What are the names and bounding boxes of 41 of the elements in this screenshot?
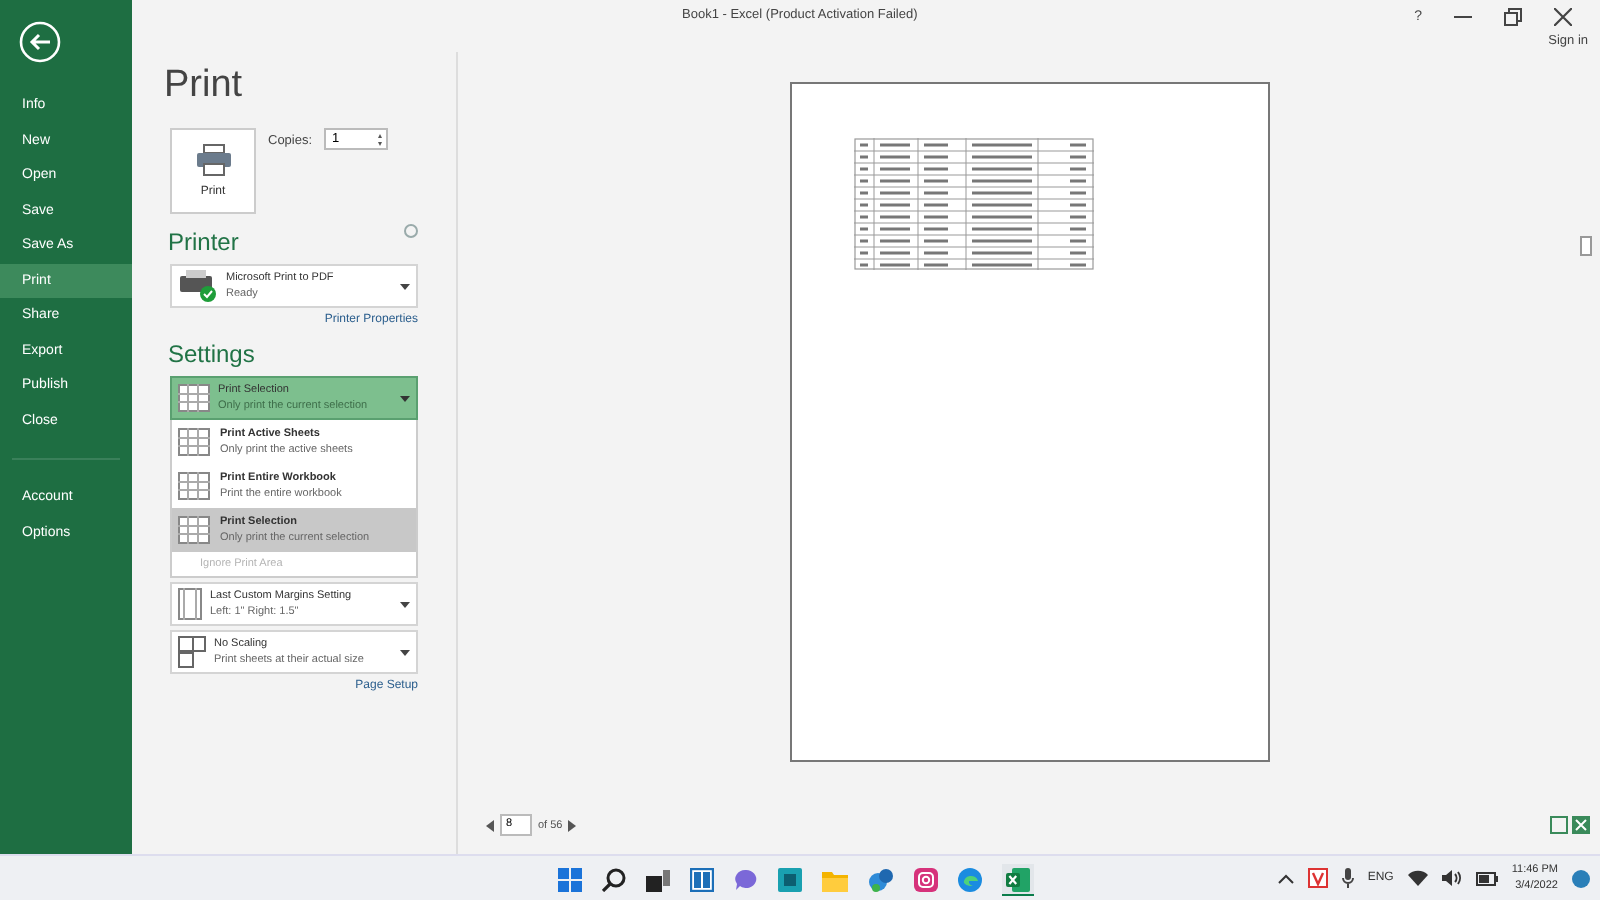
app-tile-icon[interactable] — [778, 868, 802, 892]
notification-icon[interactable] — [1572, 869, 1590, 887]
search-icon[interactable] — [602, 868, 626, 892]
spreadsheet-icon — [1006, 867, 1030, 891]
widgets-icon[interactable] — [690, 868, 714, 892]
scrollbar-thumb[interactable] — [1580, 236, 1592, 256]
next-page-icon[interactable] — [568, 819, 577, 831]
chevron-up-icon[interactable] — [1277, 873, 1294, 883]
zoom-to-page-icon[interactable] — [1572, 816, 1590, 834]
grid-icon — [178, 384, 210, 412]
browser-icon[interactable] — [958, 868, 982, 892]
task-view-icon[interactable] — [646, 868, 670, 892]
caret-icon — [400, 395, 410, 401]
battery-icon[interactable] — [1475, 871, 1498, 885]
grid-icon — [178, 428, 210, 456]
wifi-icon[interactable] — [1407, 870, 1428, 886]
chat-icon[interactable] — [734, 868, 758, 892]
minimize-icon[interactable] — [1454, 15, 1472, 19]
camera-icon[interactable] — [914, 868, 938, 892]
caret-icon — [400, 601, 410, 607]
v-logo-icon[interactable] — [1307, 868, 1328, 888]
grid-icon — [178, 472, 210, 500]
grid-icon — [178, 516, 210, 544]
settings-heading: Settings — [168, 340, 257, 368]
close-icon[interactable] — [1554, 8, 1572, 26]
chat-bubbles-icon[interactable] — [868, 867, 894, 893]
restore-icon[interactable] — [1504, 8, 1522, 26]
scaling-icon — [178, 636, 206, 668]
microphone-icon[interactable] — [1341, 868, 1354, 888]
previous-page-icon[interactable] — [486, 819, 494, 831]
page-title: Print — [164, 64, 245, 108]
margins-icon — [178, 588, 202, 620]
show-margins-icon[interactable] — [1550, 816, 1568, 834]
caret-icon — [400, 283, 410, 289]
printer-icon — [195, 144, 231, 176]
windows-start-icon[interactable] — [558, 868, 582, 892]
printer-ready-icon — [178, 270, 218, 302]
caret-icon — [400, 649, 410, 655]
spreadsheet-taskbar-button[interactable] — [1002, 864, 1034, 896]
printer-heading: Printer — [168, 228, 239, 256]
speaker-icon[interactable] — [1441, 870, 1462, 886]
